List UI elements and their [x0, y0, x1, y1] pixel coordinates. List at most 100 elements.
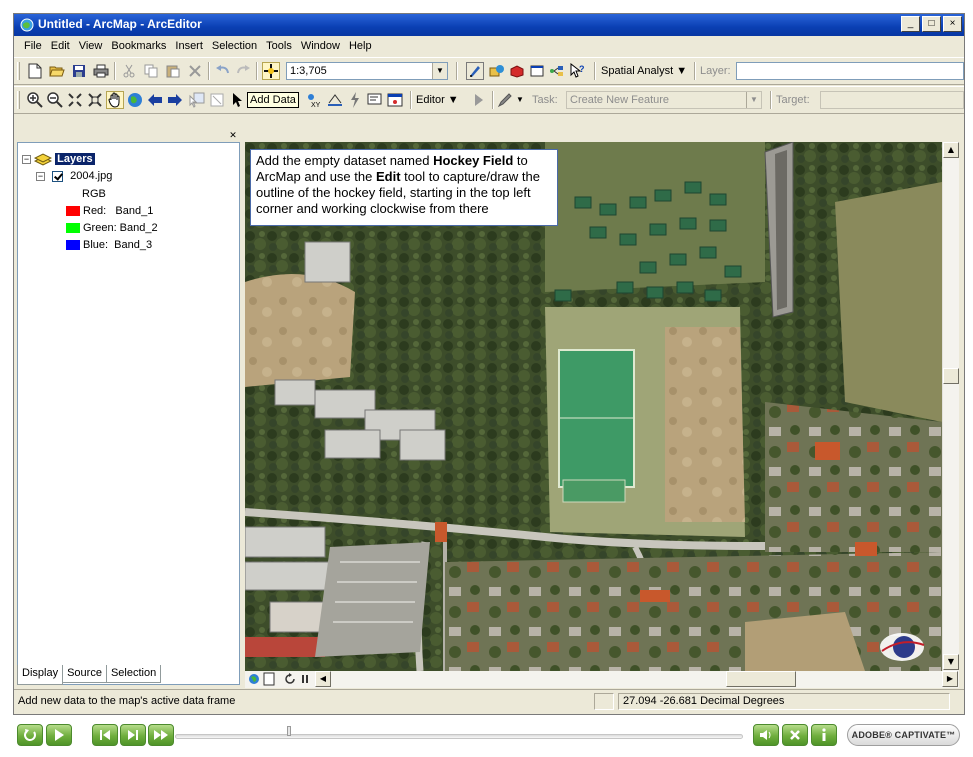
scroll-right-icon[interactable]: ▶ — [942, 671, 958, 687]
map-vertical-scrollbar[interactable]: ▲ ▼ — [942, 142, 959, 671]
fixed-zoom-out-icon[interactable] — [86, 91, 104, 109]
arctoolbox-icon[interactable] — [508, 62, 526, 80]
save-icon[interactable] — [70, 62, 88, 80]
exit-icon[interactable] — [782, 724, 808, 746]
playback-progress-thumb[interactable] — [287, 726, 291, 736]
go-to-xy-icon[interactable]: XY — [304, 91, 322, 109]
toc-root-row[interactable]: − Layers — [22, 152, 95, 166]
spatial-analyst-menu[interactable]: Spatial Analyst ▼ — [601, 63, 687, 79]
tab-display[interactable]: Display — [17, 665, 64, 685]
layer-combo[interactable] — [736, 62, 964, 80]
scroll-down-icon[interactable]: ▼ — [943, 654, 959, 670]
zoom-out-icon[interactable] — [46, 91, 64, 109]
paste-icon[interactable] — [164, 62, 182, 80]
layer-visibility-checkbox[interactable] — [52, 170, 64, 182]
menu-help[interactable]: Help — [345, 40, 376, 52]
toolbar-separator — [256, 62, 258, 80]
menu-bookmarks[interactable]: Bookmarks — [107, 40, 170, 52]
map-scale-combo[interactable]: 1:3,705 ▼ — [286, 62, 448, 80]
delete-icon[interactable] — [186, 62, 204, 80]
toolbar-grip[interactable] — [17, 62, 20, 80]
pause-drawing-icon[interactable] — [298, 671, 312, 687]
tools-toolbar: Add Data XY Editor ▼ ▼ Task: Create New … — [14, 86, 964, 114]
add-data-icon[interactable] — [262, 62, 280, 80]
open-folder-icon[interactable] — [48, 62, 66, 80]
editor-toolbar-icon[interactable] — [466, 62, 484, 80]
info-icon[interactable] — [811, 724, 837, 746]
time-slider-window-icon[interactable] — [386, 91, 404, 109]
chevron-down-icon[interactable]: ▼ — [432, 63, 447, 79]
collapse-toggle-icon[interactable]: − — [22, 154, 31, 164]
minimize-button[interactable]: _ — [901, 16, 920, 32]
layout-view-icon[interactable] — [262, 671, 276, 687]
adobe-captivate-logo[interactable]: ADOBE® CAPTIVATE™ — [847, 724, 960, 746]
measure-icon[interactable] — [326, 91, 344, 109]
tab-source[interactable]: Source — [62, 665, 107, 683]
status-bar: Add new data to the map's active data fr… — [14, 689, 964, 713]
scroll-up-icon[interactable]: ▲ — [943, 142, 959, 158]
menu-view[interactable]: View — [75, 40, 107, 52]
undo-icon[interactable] — [214, 62, 232, 80]
sketch-pencil-icon[interactable] — [496, 91, 514, 109]
editor-menu[interactable]: Editor ▼ — [416, 92, 459, 108]
band-label: Blue: Band_3 — [83, 239, 153, 251]
tab-selection[interactable]: Selection — [105, 665, 162, 683]
toolbar-grip[interactable] — [17, 91, 20, 109]
arccatalog-icon[interactable] — [488, 62, 506, 80]
playback-progress-track[interactable] — [175, 734, 743, 739]
layers-label[interactable]: Layers — [55, 152, 95, 165]
edit-tool-arrow-icon[interactable] — [470, 91, 488, 109]
chevron-down-icon[interactable]: ▼ — [746, 92, 761, 108]
data-view-icon[interactable] — [247, 671, 261, 687]
html-popup-icon[interactable] — [366, 91, 384, 109]
collapse-toggle-icon[interactable]: − — [36, 171, 45, 181]
close-button[interactable]: × — [943, 16, 962, 32]
layer-name[interactable]: 2004.jpg — [70, 170, 112, 182]
horizontal-scroll-track[interactable] — [331, 671, 941, 688]
print-icon[interactable] — [92, 62, 110, 80]
title-bar[interactable]: Untitled - ArcMap - ArcEditor _ □ × — [14, 14, 964, 36]
menu-file[interactable]: File — [20, 40, 46, 52]
back-arrow-icon[interactable] — [146, 91, 164, 109]
pan-hand-icon[interactable] — [106, 91, 124, 109]
menu-tools[interactable]: Tools — [262, 40, 296, 52]
new-document-icon[interactable] — [26, 62, 44, 80]
menu-selection[interactable]: Selection — [208, 40, 261, 52]
task-combo[interactable]: Create New Feature ▼ — [566, 91, 762, 109]
target-combo[interactable] — [820, 91, 964, 109]
play-icon[interactable] — [46, 724, 72, 746]
rewind-icon[interactable] — [17, 724, 43, 746]
select-elements-arrow-icon[interactable] — [228, 91, 246, 109]
arcmap-window: Untitled - ArcMap - ArcEditor _ □ × File… — [13, 13, 965, 715]
audio-icon[interactable] — [753, 724, 779, 746]
command-line-icon[interactable] — [528, 62, 546, 80]
fixed-zoom-in-icon[interactable] — [66, 91, 84, 109]
copy-icon[interactable] — [142, 62, 160, 80]
close-icon[interactable]: ✕ — [228, 131, 238, 141]
menu-insert[interactable]: Insert — [171, 40, 207, 52]
whats-this-help-icon[interactable]: ? — [568, 62, 586, 80]
toc-layer-row[interactable]: − 2004.jpg — [36, 170, 112, 182]
scroll-left-icon[interactable]: ◀ — [315, 671, 331, 687]
hyperlink-lightning-icon[interactable] — [346, 91, 364, 109]
forward-arrow-icon[interactable] — [166, 91, 184, 109]
model-builder-icon[interactable] — [548, 62, 566, 80]
chevron-down-icon[interactable]: ▼ — [516, 92, 524, 108]
redo-icon[interactable] — [234, 62, 252, 80]
select-features-icon[interactable] — [188, 91, 206, 109]
clear-selection-icon[interactable] — [208, 91, 226, 109]
refresh-icon[interactable] — [283, 671, 297, 687]
fast-forward-icon[interactable] — [148, 724, 174, 746]
vertical-scroll-thumb[interactable] — [943, 368, 959, 384]
menu-edit[interactable]: Edit — [47, 40, 74, 52]
menu-window[interactable]: Window — [297, 40, 344, 52]
cut-icon[interactable] — [120, 62, 138, 80]
previous-slide-icon[interactable] — [92, 724, 118, 746]
zoom-in-icon[interactable] — [26, 91, 44, 109]
full-extent-globe-icon[interactable] — [126, 91, 144, 109]
toolbar-separator — [208, 62, 210, 80]
band-label: Green: Band_2 — [83, 222, 158, 234]
maximize-button[interactable]: □ — [922, 16, 941, 32]
next-slide-icon[interactable] — [120, 724, 146, 746]
horizontal-scroll-thumb[interactable] — [726, 671, 796, 687]
